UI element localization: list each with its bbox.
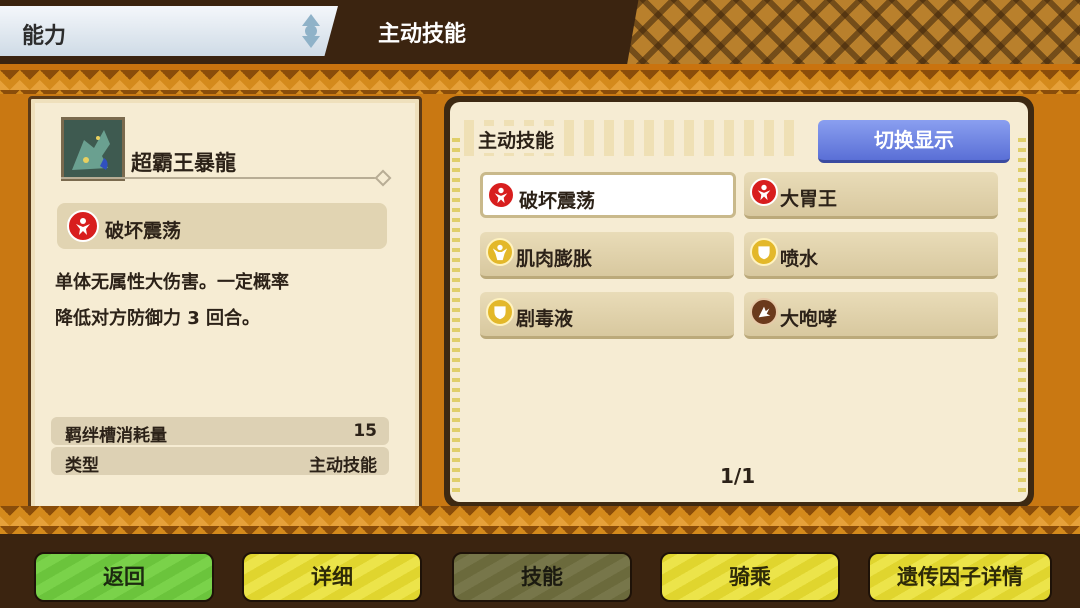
panel-header: 主动技能	[464, 120, 794, 156]
top-bar: 能力 主动技能	[0, 0, 1080, 64]
skill-item-roar[interactable]: 大咆哮	[744, 292, 998, 339]
details-button-label: 详细	[311, 565, 353, 589]
category-label: 能力	[22, 24, 67, 49]
description-line: 降低对方防御力 3 回合。	[55, 308, 261, 329]
stat-value: 主动技能	[309, 456, 377, 476]
monster-name: 超霸王暴龍	[131, 151, 236, 175]
red-shockwave-icon	[487, 181, 515, 209]
category-tab[interactable]: 能力	[0, 6, 338, 56]
selected-skill-pill: 破坏震荡	[57, 203, 387, 249]
skill-label: 喷水	[780, 248, 819, 270]
switch-display-button[interactable]: 切换显示	[818, 120, 1010, 163]
skill-item-shockwave[interactable]: 破坏震荡	[480, 172, 736, 218]
skills-button-label: 技能	[521, 565, 563, 589]
genes-detail-button[interactable]: 遗传因子详情	[868, 552, 1052, 602]
skill-item-water-spray[interactable]: 喷水	[744, 232, 998, 279]
genes-detail-button-label: 遗传因子详情	[897, 565, 1023, 589]
skill-label: 破坏震荡	[519, 190, 596, 212]
stat-value: 15	[353, 421, 377, 441]
section-title: 主动技能	[378, 22, 467, 47]
up-down-arrows-icon[interactable]	[300, 14, 322, 48]
back-button[interactable]: 返回	[34, 552, 214, 602]
skills-button[interactable]: 技能	[452, 552, 632, 602]
divider-diamond	[374, 169, 392, 187]
details-button[interactable]: 详细	[242, 552, 422, 602]
border-strip-top	[0, 70, 1080, 94]
skill-label: 肌肉膨胀	[516, 248, 593, 270]
skill-item-glutton[interactable]: 大胃王	[744, 172, 998, 219]
skill-label: 剧毒液	[516, 308, 574, 330]
red-shockwave-icon	[67, 210, 99, 242]
brown-roar-icon	[750, 298, 778, 326]
skill-description: 单体无属性大伤害。一定概率 降低对方防御力 3 回合。	[55, 265, 395, 337]
ride-button[interactable]: 骑乘	[660, 552, 840, 602]
skill-list-inner: 主动技能 切换显示 破坏震荡 大胃王 肌肉膨胀 喷水 剧毒液 大咆哮 1/1	[450, 102, 1028, 502]
skill-item-muscle[interactable]: 肌肉膨胀	[480, 232, 734, 279]
selected-skill-label: 破坏震荡	[105, 220, 182, 242]
stat-row-gauge-cost: 羁绊槽消耗量 15	[51, 417, 389, 446]
yellow-shield-icon	[750, 238, 778, 266]
stat-key: 羁绊槽消耗量	[65, 426, 167, 446]
tribal-pattern-header	[610, 0, 1080, 64]
description-line: 单体无属性大伤害。一定概率	[55, 272, 289, 293]
stat-row-type: 类型 主动技能	[51, 447, 389, 476]
page-indicator: 1/1	[720, 464, 756, 488]
skill-item-venom[interactable]: 剧毒液	[480, 292, 734, 339]
skill-list-panel: 主动技能 切换显示 破坏震荡 大胃王 肌肉膨胀 喷水 剧毒液 大咆哮 1/1	[444, 96, 1034, 508]
divider	[61, 177, 385, 179]
skill-detail-card: 超霸王暴龍 破坏震荡 单体无属性大伤害。一定概率 降低对方防御力 3 回合。 羁…	[28, 96, 422, 514]
panel-title: 主动技能	[478, 126, 565, 153]
stat-key: 类型	[65, 456, 99, 476]
ride-button-label: 骑乘	[729, 565, 771, 589]
back-button-label: 返回	[103, 565, 145, 589]
yellow-shield-icon	[486, 298, 514, 326]
red-glutton-icon	[750, 178, 778, 206]
skill-label: 大咆哮	[780, 308, 838, 330]
border-strip-bottom	[0, 506, 1080, 534]
monster-icon	[61, 117, 125, 181]
skill-label: 大胃王	[780, 188, 838, 210]
yellow-muscle-icon	[486, 238, 514, 266]
